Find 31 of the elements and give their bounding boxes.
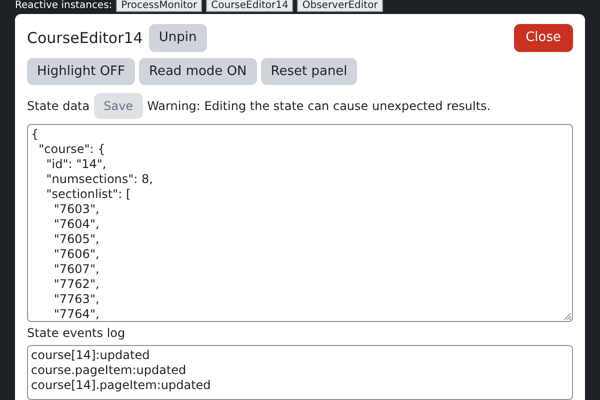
code-line: "7605", — [52, 232, 100, 247]
code-line: "course": { — [38, 142, 106, 157]
log-entry: course.pageItem:updated — [31, 363, 186, 378]
state-editor[interactable]: { "course": { "id": "14", "numsections": 8, "sectionlist": [ "7603", "7604", "7605", "7606", "7607", "7762", "7763", "7764", — [27, 124, 573, 322]
code-line: "sectionlist": [ — [45, 187, 131, 202]
action-button[interactable]: Read mode ON — [139, 58, 257, 85]
code-line: "7607", — [52, 262, 100, 277]
code-line: "id": "14", — [45, 157, 106, 172]
code-line: "7604", — [52, 217, 100, 232]
code-line: "7763", — [52, 292, 100, 307]
instance-tab[interactable]: ProcessMonitor — [116, 0, 202, 12]
instance-tab[interactable]: ObserverEditor — [297, 0, 383, 12]
code-line: { — [31, 127, 39, 142]
code-line: "numsections": 8, — [45, 172, 153, 187]
code-line: "7603", — [52, 202, 100, 217]
action-button[interactable]: Highlight OFF — [27, 58, 136, 85]
resize-handle-icon — [564, 313, 571, 320]
log-entry: course[14].pageItem:updated — [31, 378, 211, 393]
instance-tab[interactable]: CourseEditor14 — [206, 0, 294, 12]
log-entry: course[14]:updated — [31, 348, 150, 363]
state-data-label: State data — [27, 98, 90, 115]
code-line: "7762", — [52, 277, 100, 292]
instances-label: Reactive instances: — [15, 0, 112, 12]
warning-text: Warning: Editing the state can cause unexpected results. — [147, 98, 491, 115]
code-line: "7764", — [52, 307, 100, 321]
code-line: "7606", — [52, 247, 100, 262]
close-button[interactable]: Close — [514, 24, 573, 52]
panel-title: CourseEditor14 — [27, 28, 143, 48]
log-label: State events log — [27, 325, 126, 342]
unpin-button[interactable]: Unpin — [148, 24, 207, 52]
action-button[interactable]: Reset panel — [260, 58, 358, 85]
